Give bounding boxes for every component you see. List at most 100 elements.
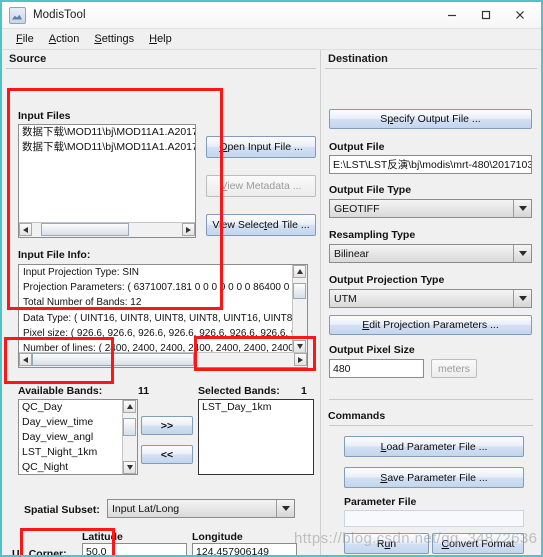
commands-divider [329,425,533,426]
list-item[interactable]: QC_Night [19,460,123,474]
save-parameter-file-button[interactable]: Save Parameter File ... [344,467,524,488]
main-content: Source Input Files 数据下载\MOD11\bj\MOD11A1… [2,50,541,557]
menu-bar: File Action Settings Help [2,29,541,50]
menu-settings[interactable]: Settings [88,31,143,47]
scroll-thumb[interactable] [293,283,306,299]
list-item[interactable]: QC_Day [19,400,123,415]
chevron-down-icon [126,465,133,470]
info-line: Projection Parameters: ( 6371007.181 0 0… [23,282,293,294]
output-file-label: Output File [329,141,385,153]
input-files-label: Input Files [18,110,71,122]
menu-file[interactable]: File [10,31,43,47]
list-item[interactable]: Day_view_angl [19,430,123,445]
scroll-right-button[interactable] [294,353,307,366]
info-line: Pixel size: ( 926.6, 926.6, 926.6, 926.6… [23,327,293,339]
scroll-up-button[interactable] [293,265,306,278]
chevron-left-icon [23,226,28,233]
chevron-down-icon[interactable] [276,500,294,517]
longitude-column-header: Longitude [192,531,243,543]
chevron-up-icon [126,404,133,409]
parameter-file-label: Parameter File [344,496,417,508]
input-file-info-box[interactable]: Input Projection Type: SIN Projection Pa… [18,264,308,368]
spatial-subset-value: Input Lat/Long [112,502,180,515]
maximize-icon[interactable] [469,3,503,27]
latitude-column-header: Latitude [82,531,123,543]
menu-help[interactable]: Help [143,31,181,47]
edit-projection-parameters-button[interactable]: Edit Projection Parameters ... [329,315,532,335]
chevron-left-icon [23,356,28,363]
input-file-info-label: Input File Info: [18,249,91,261]
commands-section-title: Commands [328,410,386,422]
window-title: ModisTool [33,9,86,21]
output-pixel-size-input[interactable]: 480 [329,359,424,378]
list-item[interactable]: Day_view_time [19,415,123,430]
chevron-down-icon[interactable] [513,245,531,262]
chevron-right-icon [186,226,191,233]
chevron-down-icon[interactable] [513,200,531,217]
scroll-down-button[interactable] [123,461,136,474]
selected-bands-list[interactable]: LST_Day_1km [198,399,314,475]
spatial-subset-combo[interactable]: Input Lat/Long [107,499,295,518]
chevron-down-icon[interactable] [513,290,531,307]
output-pixel-size-label: Output Pixel Size [329,344,415,356]
available-bands-list[interactable]: QC_Day Day_view_time Day_view_angl LST_N… [18,399,138,475]
source-section-title: Source [9,53,47,65]
available-bands-vscrollbar[interactable] [122,400,137,474]
info-hscrollbar[interactable] [19,352,307,367]
scroll-left-button[interactable] [19,353,32,366]
list-item[interactable]: 数据下载\MOD11\bj\MOD11A1.A2017303.h [19,140,195,155]
scroll-thumb[interactable] [41,223,129,236]
title-bar: ModisTool [2,2,541,29]
output-file-type-label: Output File Type [329,184,412,196]
output-file-type-combo[interactable]: GEOTIFF [329,199,532,218]
open-input-file-button[interactable]: Open Input File ... [206,136,316,158]
scroll-up-button[interactable] [123,400,136,413]
selected-bands-count: 1 [301,385,307,397]
watermark: https://blog.csdn.net/qq_34872636 [294,530,538,547]
window-controls [435,2,537,28]
scroll-right-button[interactable] [182,223,195,236]
ul-corner-label: UL Corner: [12,548,67,557]
list-item[interactable]: 数据下载\MOD11\bj\MOD11A1.A2017303.h [19,125,195,140]
input-files-list[interactable]: 数据下载\MOD11\bj\MOD11A1.A2017303.h 数据下载\MO… [18,124,196,238]
add-band-button[interactable]: >> [141,416,193,435]
output-file-input[interactable]: E:\LST\LST反演\bj\modis\mrt-480\20171030-4… [329,155,532,174]
ul-corner-latitude-input[interactable]: 50.0 [82,543,187,555]
menu-action[interactable]: Action [43,31,89,47]
source-panel: Source Input Files 数据下载\MOD11\bj\MOD11A1… [2,50,321,557]
available-bands-count: 11 [138,385,150,397]
minimize-icon[interactable] [435,3,469,27]
scroll-left-button[interactable] [19,223,32,236]
destination-section-title: Destination [328,53,388,65]
destination-panel: Destination Specify Output File ... Outp… [321,50,541,555]
ul-corner-longitude-input[interactable]: 124.457906149 [192,543,297,555]
output-pixel-size-units: meters [431,359,477,378]
view-metadata-button: View Metadata ... [206,175,316,197]
scroll-thumb[interactable] [123,418,136,436]
output-projection-type-combo[interactable]: UTM [329,289,532,308]
parameter-file-input[interactable] [344,510,524,527]
commands-top-divider [329,399,533,400]
specify-output-file-button[interactable]: Specify Output File ... [329,109,532,129]
input-files-hscrollbar[interactable] [19,222,195,237]
load-parameter-file-button[interactable]: Load Parameter File ... [344,436,524,457]
source-divider [6,68,316,69]
list-item[interactable]: LST_Day_1km [199,400,313,415]
resampling-type-value: Bilinear [334,247,370,260]
output-projection-type-label: Output Projection Type [329,274,445,286]
chevron-up-icon [296,269,303,274]
chevron-right-icon [298,356,303,363]
remove-band-button[interactable]: << [141,445,193,464]
chevron-down-icon [296,344,303,349]
resampling-type-combo[interactable]: Bilinear [329,244,532,263]
scroll-thumb[interactable] [32,353,194,366]
close-icon[interactable] [503,3,537,27]
view-selected-tile-button[interactable]: View Selected Tile ... [206,214,316,236]
info-vscrollbar[interactable] [292,265,307,353]
destination-divider [325,68,537,69]
resampling-type-label: Resampling Type [329,229,416,241]
spatial-subset-label: Spatial Subset: [24,504,100,516]
app-icon [9,6,26,24]
list-item[interactable]: LST_Night_1km [19,445,123,460]
output-projection-type-value: UTM [334,292,357,305]
